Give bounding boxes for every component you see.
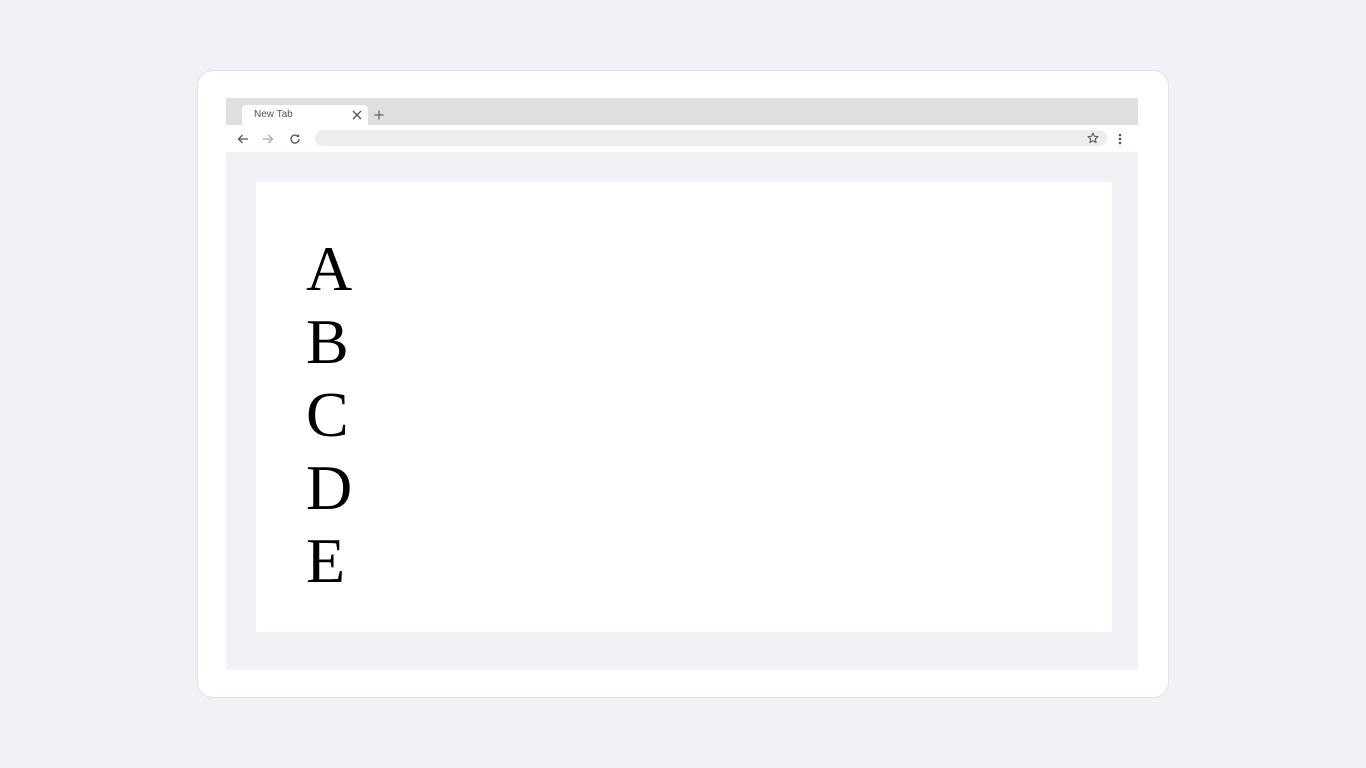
tab-title: New Tab: [254, 109, 293, 120]
reload-icon[interactable]: [286, 130, 304, 148]
letter-item: A: [306, 233, 353, 304]
browser-window: New Tab A B C D E: [226, 98, 1138, 670]
device-frame: New Tab A B C D E: [197, 70, 1169, 698]
tab-new-tab[interactable]: New Tab: [242, 105, 368, 125]
kebab-menu-icon[interactable]: [1112, 130, 1128, 148]
arrow-left-icon[interactable]: [234, 130, 252, 148]
page-content: A B C D E: [256, 182, 1112, 632]
star-icon[interactable]: [1086, 131, 1100, 145]
letter-item: C: [306, 379, 349, 450]
letter-item: E: [306, 525, 346, 596]
letter-item: D: [306, 452, 353, 523]
tab-strip: New Tab: [226, 98, 1138, 125]
arrow-right-icon[interactable]: [259, 130, 277, 148]
plus-icon[interactable]: [372, 108, 386, 122]
letter-item: B: [306, 306, 349, 377]
browser-toolbar: [226, 125, 1138, 152]
browser-viewport: A B C D E: [226, 152, 1138, 670]
close-icon[interactable]: [350, 108, 364, 122]
letter-list: A B C D E: [306, 232, 352, 597]
address-bar[interactable]: [315, 130, 1107, 146]
